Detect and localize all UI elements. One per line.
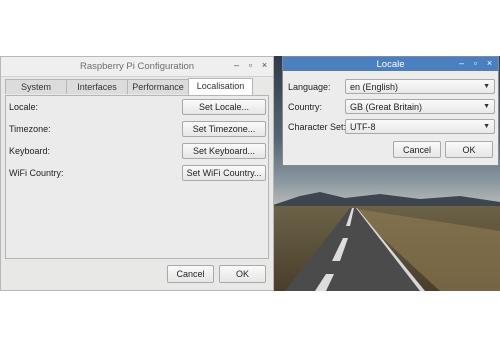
timezone-label: Timezone: <box>9 124 51 134</box>
minimize-icon[interactable]: – <box>457 58 466 69</box>
close-icon[interactable]: × <box>260 60 269 71</box>
raspberry-pi-configuration-window: Raspberry Pi Configuration – ▫ × System … <box>0 56 274 291</box>
set-locale-button[interactable]: Set Locale... <box>182 99 266 115</box>
minimize-icon[interactable]: – <box>232 60 241 71</box>
tab-interfaces[interactable]: Interfaces <box>66 79 128 94</box>
country-select[interactable]: GB (Great Britain) ▼ <box>345 99 495 114</box>
close-icon[interactable]: × <box>485 58 494 69</box>
country-value: GB (Great Britain) <box>350 102 423 112</box>
cancel-button[interactable]: Cancel <box>167 265 214 283</box>
set-wifi-country-button[interactable]: Set WiFi Country... <box>182 165 266 181</box>
tab-localisation[interactable]: Localisation <box>188 78 253 95</box>
maximize-icon[interactable]: ▫ <box>246 60 255 71</box>
character-set-value: UTF-8 <box>350 122 376 132</box>
language-value: en (English) <box>350 82 399 92</box>
wifi-country-label: WiFi Country: <box>9 168 64 178</box>
tab-performance[interactable]: Performance <box>127 79 189 94</box>
dropdown-arrow-icon: ▼ <box>483 103 490 110</box>
ok-button[interactable]: OK <box>219 265 266 283</box>
dropdown-arrow-icon: ▼ <box>483 123 490 130</box>
locale-cancel-button[interactable]: Cancel <box>393 141 441 158</box>
country-label: Country: <box>288 102 323 112</box>
locale-dialog: Locale – ▫ × Language: en (English) ▼ Co… <box>282 56 499 166</box>
tab-bar: System Interfaces Performance Localisati… <box>5 78 253 95</box>
localisation-panel: Locale: Set Locale... Timezone: Set Time… <box>5 95 269 259</box>
language-label: Language: <box>288 82 331 92</box>
language-select[interactable]: en (English) ▼ <box>345 79 495 94</box>
maximize-icon[interactable]: ▫ <box>471 58 480 69</box>
tab-system[interactable]: System <box>5 79 67 94</box>
titlebar[interactable]: Raspberry Pi Configuration – ▫ × <box>1 57 273 77</box>
dropdown-arrow-icon: ▼ <box>483 83 490 90</box>
locale-ok-button[interactable]: OK <box>445 141 493 158</box>
character-set-label: Character Set: <box>288 122 347 132</box>
locale-titlebar[interactable]: Locale – ▫ × <box>283 57 498 71</box>
set-keyboard-button[interactable]: Set Keyboard... <box>182 143 266 159</box>
character-set-select[interactable]: UTF-8 ▼ <box>345 119 495 134</box>
locale-label: Locale: <box>9 102 39 112</box>
set-timezone-button[interactable]: Set Timezone... <box>182 121 266 137</box>
keyboard-label: Keyboard: <box>9 146 51 156</box>
